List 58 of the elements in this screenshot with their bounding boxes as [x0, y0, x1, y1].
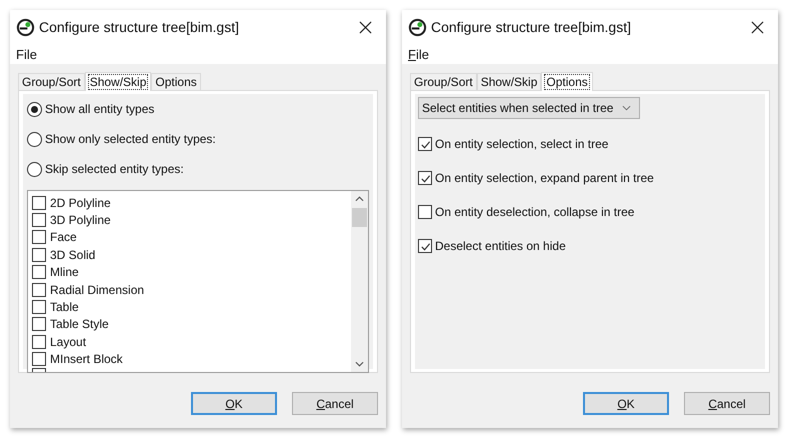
- checkbox[interactable]: [32, 230, 46, 244]
- dialog-button[interactable]: Cancel: [292, 392, 378, 415]
- checkbox[interactable]: [32, 196, 46, 210]
- radio-label[interactable]: Show all entity types: [45, 102, 154, 116]
- list-item[interactable]: Table Style: [50, 317, 109, 332]
- tab[interactable]: Show/Skip: [84, 72, 152, 91]
- window-title: Configure structure tree[bim.gst]: [39, 19, 240, 35]
- window-title: Configure structure tree[bim.gst]: [431, 19, 632, 35]
- list-item[interactable]: Table: [50, 300, 79, 314]
- tab[interactable]: Options: [151, 73, 201, 90]
- checkbox-label[interactable]: On entity selection, select in tree: [435, 137, 608, 151]
- checkbox[interactable]: [32, 282, 46, 297]
- chevron-down-icon: [622, 105, 631, 111]
- scroll-up-icon[interactable]: [355, 196, 364, 202]
- checkbox[interactable]: [418, 171, 432, 185]
- scrollbar[interactable]: [351, 191, 368, 372]
- list-item[interactable]: Layout: [50, 334, 86, 349]
- app-logo-icon: [16, 18, 35, 36]
- dialog-button[interactable]: Cancel: [684, 392, 770, 415]
- dialog-button[interactable]: OK: [583, 392, 669, 415]
- list-item[interactable]: Mline: [50, 265, 79, 280]
- checkbox[interactable]: [418, 239, 432, 253]
- radio-label[interactable]: Show only selected entity types:: [45, 132, 216, 146]
- menu-item[interactable]: File: [16, 46, 37, 62]
- tab[interactable]: Options: [541, 72, 593, 91]
- tab[interactable]: Group/Sort: [410, 73, 477, 90]
- checkbox[interactable]: [32, 300, 46, 314]
- tab[interactable]: Group/Sort: [18, 73, 85, 90]
- checkbox[interactable]: [32, 248, 46, 262]
- checkbox-label[interactable]: On entity deselection, collapse in tree: [435, 205, 634, 219]
- checkbox[interactable]: [32, 213, 46, 228]
- list-item[interactable]: 3D Solid: [50, 248, 96, 262]
- checkbox[interactable]: [418, 205, 432, 219]
- app-logo-icon: [408, 18, 427, 36]
- checkbox[interactable]: [32, 317, 46, 332]
- tab[interactable]: Show/Skip: [476, 73, 542, 90]
- radio-button[interactable]: [27, 132, 42, 146]
- radio-button[interactable]: [27, 162, 42, 176]
- scroll-thumb[interactable]: [352, 208, 367, 227]
- checkbox[interactable]: [32, 265, 46, 280]
- dialog-button[interactable]: OK: [191, 392, 277, 415]
- close-icon[interactable]: [751, 20, 764, 34]
- radio-button[interactable]: [27, 102, 42, 116]
- checkbox-label[interactable]: Deselect entities on hide: [435, 239, 566, 253]
- checkbox[interactable]: [32, 334, 46, 349]
- list-item[interactable]: 2D Polyline: [50, 196, 111, 210]
- close-icon[interactable]: [359, 20, 372, 34]
- dropdown[interactable]: Select entities when selected in tree: [418, 97, 640, 119]
- checkbox[interactable]: [418, 137, 432, 151]
- list-item[interactable]: Face: [50, 230, 77, 244]
- menu-item[interactable]: File: [408, 46, 429, 62]
- checkbox[interactable]: [32, 352, 46, 366]
- list-item[interactable]: MInsert Block: [50, 352, 123, 366]
- radio-label[interactable]: Skip selected entity types:: [45, 162, 184, 176]
- list-item[interactable]: 3D Polyline: [50, 213, 111, 228]
- checkbox-label[interactable]: On entity selection, expand parent in tree: [435, 171, 654, 185]
- scroll-down-icon[interactable]: [355, 361, 364, 367]
- list-item[interactable]: Radial Dimension: [50, 282, 144, 297]
